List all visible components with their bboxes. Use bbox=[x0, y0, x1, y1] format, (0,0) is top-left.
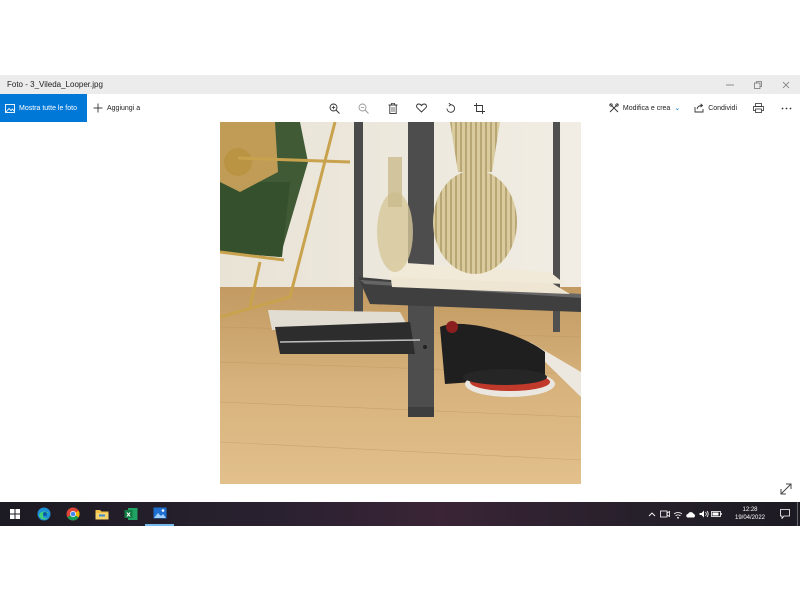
toolbar-right: Modifica e crea ⌄ Condividi bbox=[602, 94, 800, 122]
start-button[interactable] bbox=[0, 502, 29, 526]
tray-overflow-button[interactable] bbox=[645, 502, 658, 526]
plus-icon bbox=[93, 103, 103, 113]
system-tray: 12:28 19/04/2022 bbox=[645, 502, 800, 526]
share-label: Condividi bbox=[708, 104, 737, 112]
taskbar-excel[interactable]: x bbox=[116, 502, 145, 526]
meet-now-icon bbox=[659, 510, 670, 518]
crop-icon bbox=[474, 102, 485, 114]
print-icon bbox=[753, 103, 764, 113]
share-icon bbox=[694, 103, 704, 113]
photos-icon bbox=[153, 507, 166, 519]
window-title: Foto - 3_Vileda_Looper.jpg bbox=[7, 80, 103, 89]
show-all-photos-label: Mostra tutte le foto bbox=[19, 104, 77, 112]
taskbar-edge[interactable] bbox=[29, 502, 58, 526]
minimize-icon bbox=[726, 84, 734, 85]
zoom-out-icon bbox=[358, 103, 369, 114]
favorite-button[interactable] bbox=[407, 94, 436, 122]
expand-icon bbox=[780, 483, 792, 495]
add-to-button[interactable]: Aggiungi a bbox=[93, 94, 140, 122]
excel-icon: x bbox=[124, 508, 137, 520]
volume-icon bbox=[699, 510, 709, 518]
taskbar-file-explorer[interactable] bbox=[87, 502, 116, 526]
zoom-in-icon bbox=[329, 103, 340, 114]
zoom-in-button[interactable] bbox=[320, 94, 349, 122]
clock-time: 12:28 bbox=[742, 507, 758, 513]
gallery-icon bbox=[5, 103, 15, 113]
more-options-button[interactable] bbox=[773, 94, 800, 122]
photo-illustration bbox=[220, 122, 581, 484]
chevron-down-icon: ⌄ bbox=[674, 105, 681, 112]
clock-date: 19/04/2022 bbox=[734, 515, 766, 521]
more-icon bbox=[781, 107, 792, 109]
svg-text:x: x bbox=[126, 511, 131, 519]
zoom-out-button[interactable] bbox=[349, 94, 378, 122]
toolbar: Mostra tutte le foto Aggiungi a Modifica… bbox=[0, 94, 800, 122]
restore-button[interactable] bbox=[744, 75, 772, 94]
fullscreen-button[interactable] bbox=[778, 481, 794, 497]
file-explorer-icon bbox=[95, 510, 108, 520]
meet-now-button[interactable] bbox=[658, 502, 671, 526]
delete-icon bbox=[388, 102, 397, 114]
title-bar: Foto - 3_Vileda_Looper.jpg bbox=[0, 75, 800, 94]
battery-button[interactable] bbox=[710, 502, 723, 526]
notification-center-button[interactable] bbox=[775, 502, 795, 526]
network-icon bbox=[673, 511, 682, 519]
edit-create-label: Modifica e crea bbox=[622, 104, 671, 112]
add-to-label: Aggiungi a bbox=[107, 104, 141, 112]
image-tools bbox=[320, 94, 494, 122]
taskbar-chrome[interactable] bbox=[58, 502, 87, 526]
delete-button[interactable] bbox=[378, 94, 407, 122]
restore-icon bbox=[754, 80, 762, 89]
onedrive-icon bbox=[686, 511, 696, 517]
chrome-icon bbox=[66, 507, 79, 521]
volume-button[interactable] bbox=[697, 502, 710, 526]
show-all-photos-button[interactable]: Mostra tutte le foto bbox=[0, 94, 87, 122]
favorite-heart-icon bbox=[416, 103, 427, 113]
crop-button[interactable] bbox=[465, 94, 494, 122]
close-button[interactable] bbox=[772, 75, 800, 94]
edit-create-button[interactable]: Modifica e crea ⌄ bbox=[602, 94, 687, 122]
notification-icon bbox=[780, 509, 790, 519]
tray-overflow-icon bbox=[648, 512, 655, 517]
rotate-button[interactable] bbox=[436, 94, 465, 122]
windows-taskbar: x 12:28 19/04/2022 bbox=[0, 502, 800, 526]
print-button[interactable] bbox=[744, 94, 773, 122]
edge-icon bbox=[37, 507, 50, 521]
photos-app-window: Foto - 3_Vileda_Looper.jpg Mostra tutte … bbox=[0, 0, 800, 600]
network-button[interactable] bbox=[671, 502, 684, 526]
battery-icon bbox=[711, 511, 722, 517]
taskbar-clock[interactable]: 12:28 19/04/2022 bbox=[727, 506, 773, 522]
share-button[interactable]: Condividi bbox=[687, 94, 744, 122]
onedrive-button[interactable] bbox=[684, 502, 697, 526]
photo-viewer-image[interactable] bbox=[220, 122, 581, 484]
edit-create-icon bbox=[609, 103, 619, 113]
rotate-icon bbox=[446, 102, 456, 113]
taskbar-photos[interactable] bbox=[145, 502, 174, 526]
minimize-button[interactable] bbox=[716, 75, 744, 94]
start-icon bbox=[9, 509, 20, 519]
close-icon bbox=[782, 81, 790, 88]
